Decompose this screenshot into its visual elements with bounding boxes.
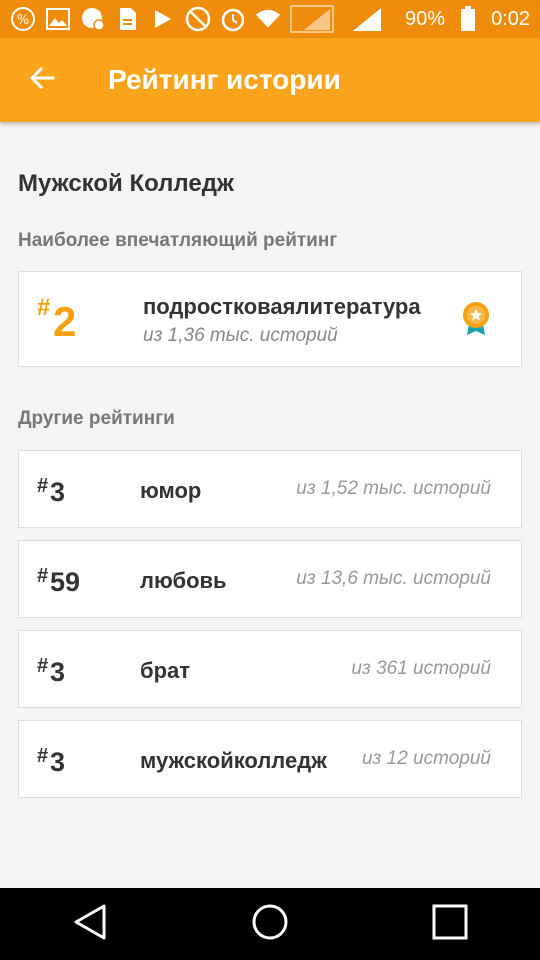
- rank-hash: #: [37, 655, 49, 677]
- tag-name: мужскойколледж: [140, 748, 327, 773]
- award-medal-icon: [461, 301, 491, 342]
- signal-sim2-icon: [343, 6, 383, 32]
- story-count: из 12 историй: [361, 748, 491, 769]
- alarm-icon: [220, 6, 246, 32]
- square-recents-icon: [431, 903, 469, 946]
- ranking-row[interactable]: # 3 мужскойколледж из 12 историй: [18, 720, 522, 798]
- document-icon: [115, 6, 141, 32]
- arrow-back-icon: [29, 66, 55, 95]
- rank-hash: #: [37, 745, 49, 767]
- other-rankings-section-label: Другие рейтинги: [18, 408, 175, 429]
- tag-name: любовь: [140, 568, 227, 593]
- story-count: из 13,6 тыс. историй: [296, 568, 491, 589]
- rank-number: 3: [50, 657, 66, 687]
- status-bar: % 90% 0:02: [0, 0, 540, 38]
- image-icon: [45, 6, 71, 32]
- rank-number: 3: [50, 747, 66, 777]
- rank-number: 2: [53, 298, 77, 345]
- rank-hash: #: [37, 294, 51, 321]
- chat-icon: [80, 6, 106, 32]
- tag-name: подростковаялитература: [143, 294, 421, 319]
- triangle-back-icon: [72, 903, 108, 946]
- rank-hash: #: [37, 565, 49, 587]
- signal-sim1-icon: [290, 5, 334, 33]
- tag-name: юмор: [140, 478, 202, 503]
- svg-text:%: %: [17, 13, 29, 28]
- top-ranking-section-label: Наиболее впечатляющий рейтинг: [18, 230, 338, 251]
- rank-hash: #: [37, 475, 49, 497]
- rank-number: 3: [50, 477, 66, 507]
- battery-icon: [455, 6, 481, 32]
- play-store-icon: [150, 6, 176, 32]
- ranking-row[interactable]: # 3 брат из 361 историй: [18, 630, 522, 708]
- ranking-row[interactable]: # 3 юмор из 1,52 тыс. историй: [18, 450, 522, 528]
- story-count: из 361 историй: [351, 658, 491, 679]
- top-ranking-card[interactable]: # 2 подростковаялитература из 1,36 тыс. …: [18, 271, 522, 367]
- ranking-row[interactable]: # 59 любовь из 13,6 тыс. историй: [18, 540, 522, 618]
- nav-recents-button[interactable]: [420, 894, 480, 954]
- nav-home-button[interactable]: [240, 894, 300, 954]
- wifi-icon: [255, 6, 281, 32]
- app-bar: Рейтинг истории: [0, 38, 540, 122]
- circle-home-icon: [251, 903, 289, 946]
- back-button[interactable]: [0, 38, 84, 122]
- rank-number: 59: [50, 567, 81, 597]
- page-title: Рейтинг истории: [108, 64, 341, 95]
- story-title: Мужской Колледж: [18, 170, 234, 197]
- story-count: из 1,52 тыс. историй: [296, 478, 491, 499]
- clock: 0:02: [491, 7, 530, 30]
- do-not-disturb-icon: [185, 6, 211, 32]
- percent-icon: %: [10, 6, 36, 32]
- nav-back-button[interactable]: [60, 894, 120, 954]
- story-count: из 1,36 тыс. историй: [143, 325, 338, 346]
- navigation-bar: [0, 888, 540, 960]
- battery-percent: 90%: [405, 7, 446, 30]
- tag-name: брат: [140, 658, 191, 683]
